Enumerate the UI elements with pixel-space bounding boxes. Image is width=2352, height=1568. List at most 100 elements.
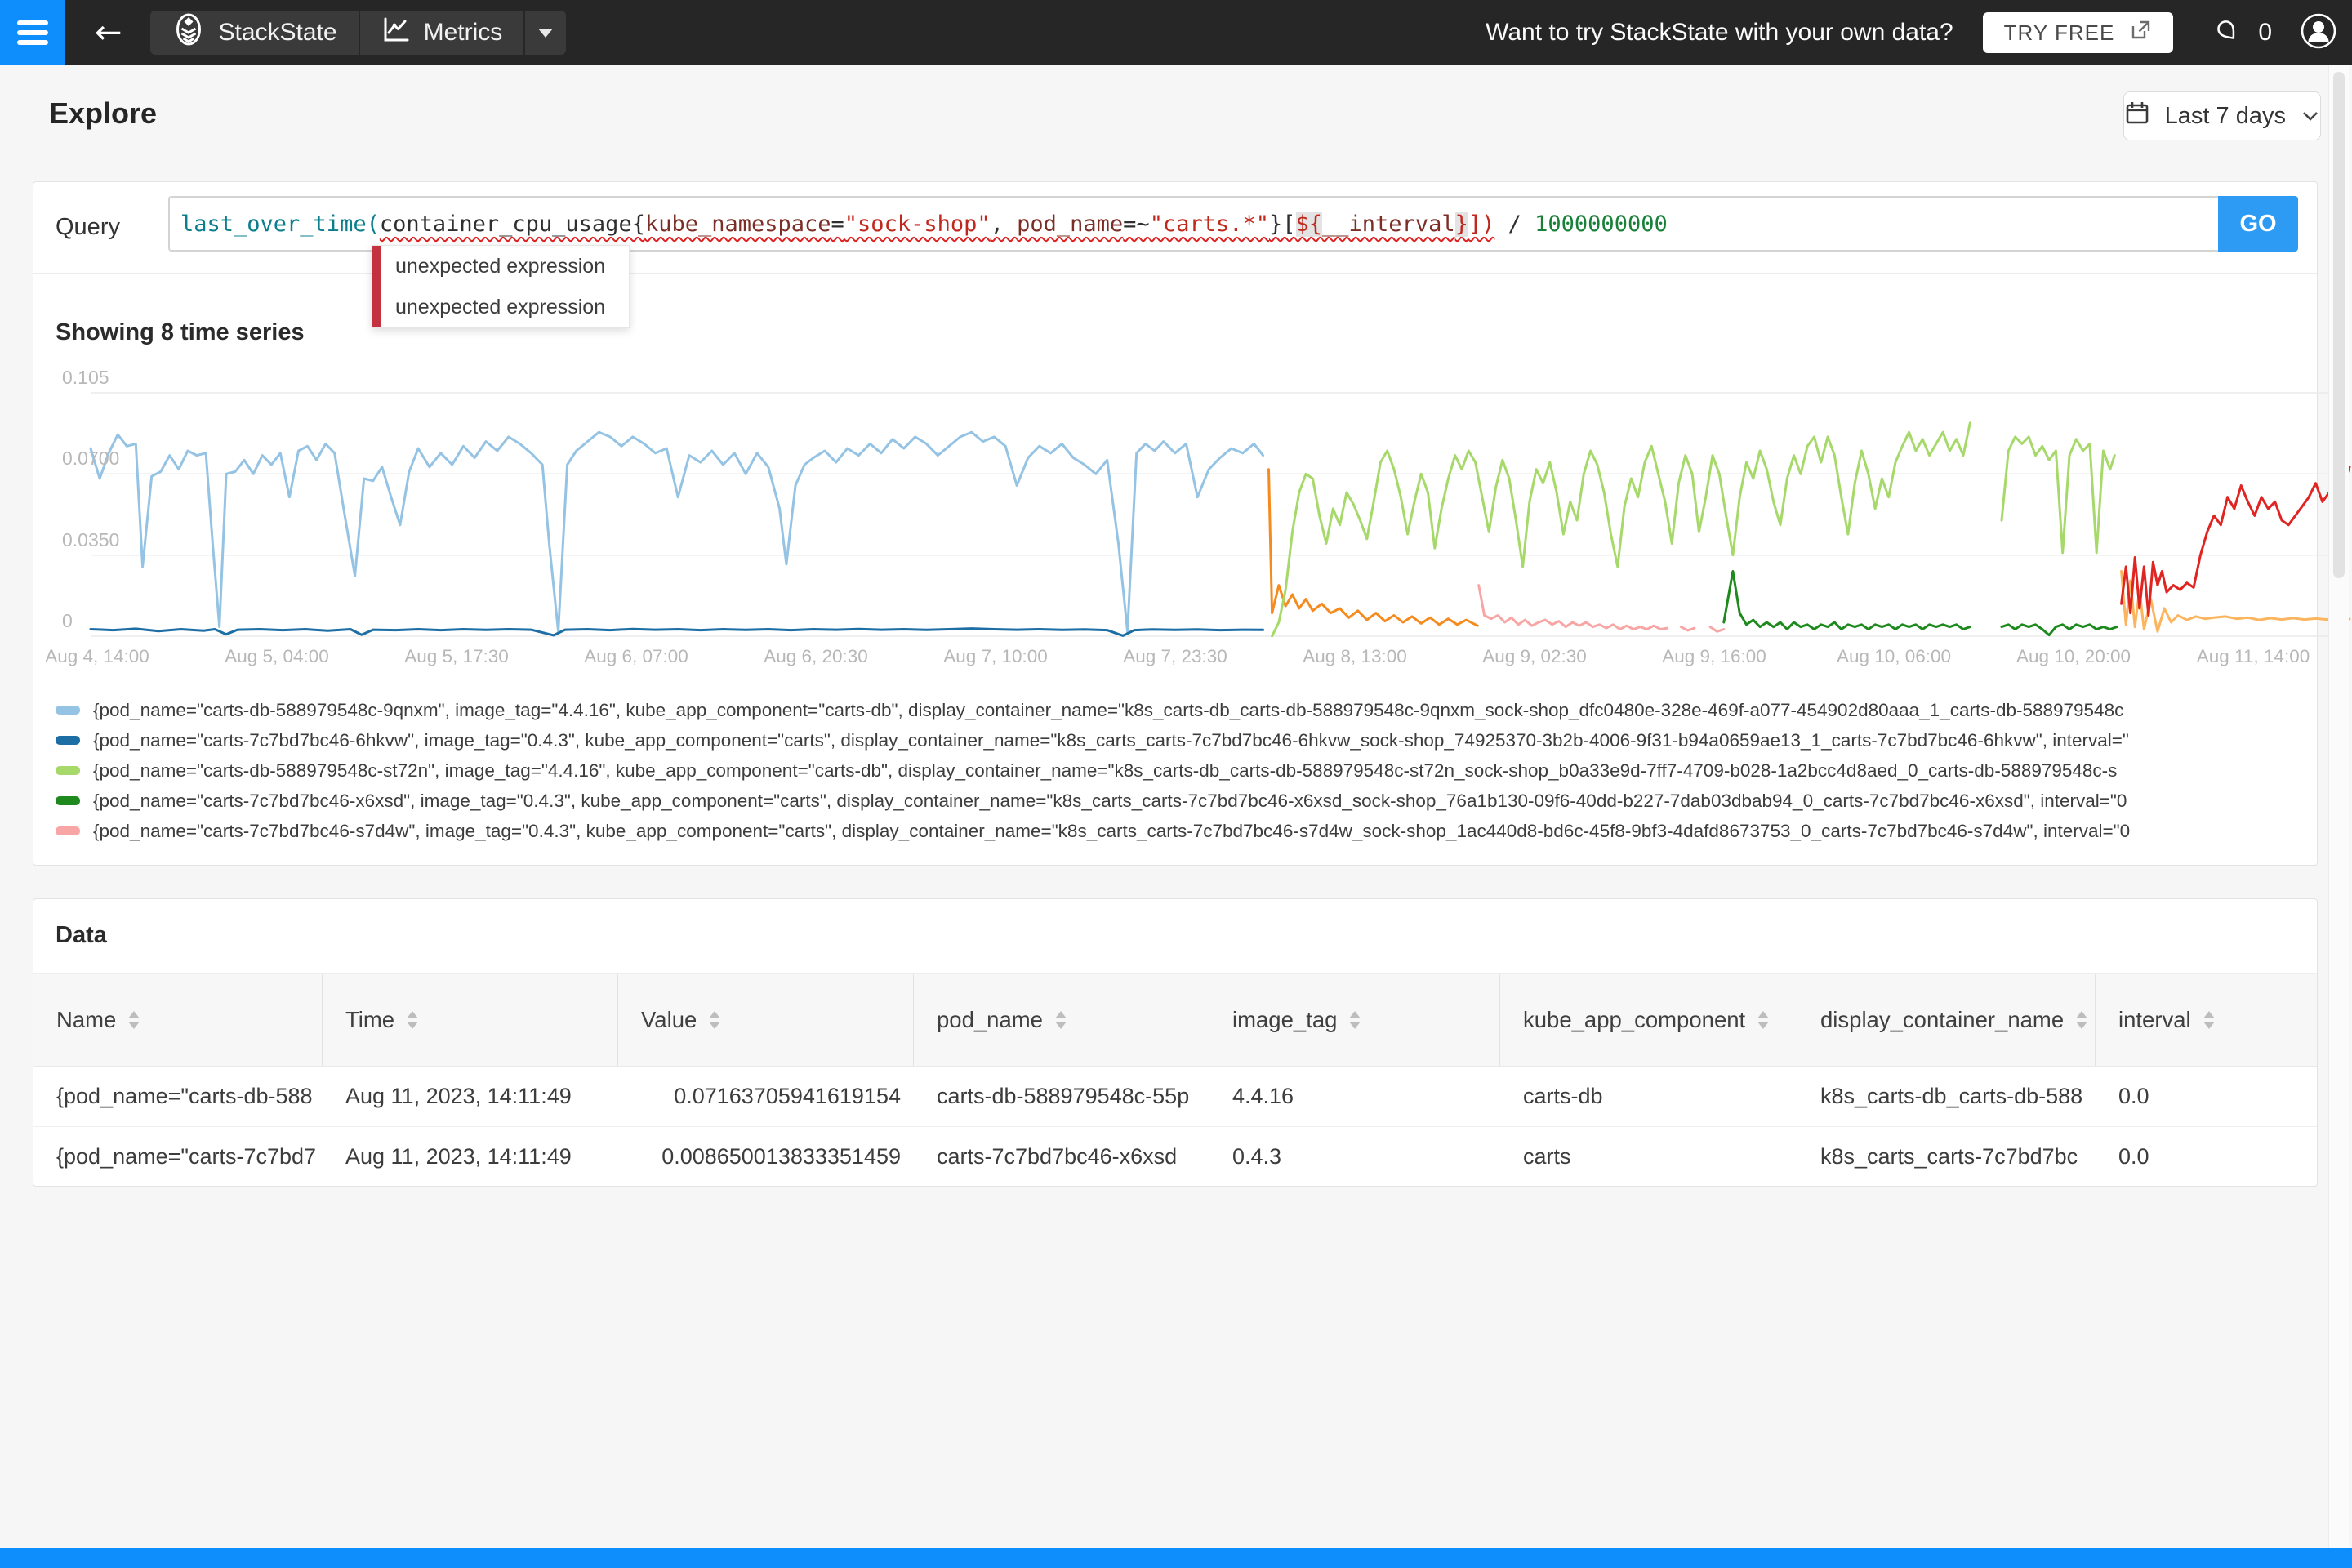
- stackstate-app-button[interactable]: StackState: [150, 11, 359, 55]
- legend-swatch-icon: [56, 826, 80, 835]
- cell-pod-name: carts-7c7bd7bc46-x6xsd: [914, 1127, 1209, 1187]
- x-tick-label: Aug 10, 20:00: [2016, 646, 2131, 667]
- error-message: unexpected expression: [372, 287, 629, 327]
- legend-label: {pod_name="carts-7c7bd7bc46-s7d4w", imag…: [93, 821, 2130, 842]
- legend-item[interactable]: {pod_name="carts-7c7bd7bc46-x6xsd", imag…: [56, 786, 2300, 816]
- try-free-label: TRY FREE: [2004, 20, 2115, 46]
- sort-icon[interactable]: [1055, 1011, 1067, 1029]
- column-header-time[interactable]: Time: [323, 974, 618, 1066]
- cell-image-tag: 4.4.16: [1209, 1067, 1500, 1126]
- column-header-display-container-name[interactable]: display_container_name: [1797, 974, 2096, 1066]
- column-label: Time: [345, 1007, 394, 1033]
- x-tick-label: Aug 8, 13:00: [1303, 646, 1407, 667]
- y-tick-label: 0.105: [62, 367, 109, 389]
- column-label: Name: [56, 1007, 116, 1033]
- x-tick-label: Aug 5, 17:30: [404, 646, 509, 667]
- error-message: unexpected expression: [372, 246, 629, 287]
- table-body: {pod_name="carts-db-588Aug 11, 2023, 14:…: [33, 1067, 2317, 1187]
- x-tick-label: Aug 9, 16:00: [1662, 646, 1766, 667]
- series-carts-db-588979548c-st72n: [2002, 437, 2114, 553]
- sort-icon[interactable]: [709, 1011, 720, 1029]
- tab-dropdown-button[interactable]: [523, 11, 566, 55]
- calendar-icon: [2124, 100, 2150, 132]
- query-token: }[: [1269, 212, 1296, 237]
- column-header-name[interactable]: Name: [33, 974, 323, 1066]
- metrics-label: Metrics: [424, 19, 503, 47]
- sort-icon[interactable]: [407, 1011, 418, 1029]
- query-token: ${: [1296, 212, 1323, 237]
- bottom-accent-bar: [0, 1548, 2352, 1568]
- table-row[interactable]: {pod_name="carts-7c7bd7Aug 11, 2023, 14:…: [33, 1127, 2317, 1187]
- query-label: Query: [56, 182, 120, 273]
- cell-time: Aug 11, 2023, 14:11:49: [323, 1127, 618, 1187]
- avatar[interactable]: [2300, 12, 2337, 54]
- query-token: "sock-shop": [844, 212, 991, 237]
- series-carts-db-588979548c-st72n: [1272, 423, 1971, 636]
- pinned-items[interactable]: 0: [2211, 14, 2272, 51]
- column-header-kube-app-component[interactable]: kube_app_component: [1500, 974, 1797, 1066]
- legend-label: {pod_name="carts-7c7bd7bc46-6hkvw", imag…: [93, 730, 2129, 751]
- back-button[interactable]: ←: [95, 0, 122, 65]
- query-token: kube_namespace: [645, 212, 831, 237]
- x-tick-label: Aug 6, 07:00: [584, 646, 688, 667]
- x-tick-label: Aug 11, 14:00: [2197, 646, 2310, 667]
- y-tick-label: 0.0350: [62, 529, 119, 551]
- query-token: /: [1494, 212, 1535, 237]
- caret-down-icon: [538, 29, 553, 38]
- time-range-selector[interactable]: Last 7 days: [2123, 91, 2321, 140]
- try-free-button[interactable]: TRY FREE: [1983, 12, 2174, 53]
- legend-label: {pod_name="carts-db-588979548c-st72n", i…: [93, 760, 2117, 782]
- column-label: kube_app_component: [1523, 1007, 1745, 1033]
- x-tick-label: Aug 4, 14:00: [45, 646, 149, 667]
- x-tick-label: Aug 9, 02:30: [1482, 646, 1587, 667]
- query-token: ]): [1468, 212, 1495, 237]
- legend-swatch-icon: [56, 766, 80, 775]
- timeseries-plot: [91, 393, 2350, 636]
- cell-display-container-name: k8s_carts_carts-7c7bd7bc: [1797, 1127, 2096, 1187]
- series-carts-7c7bd7bc46-s7d4w: [1710, 627, 1724, 632]
- cell-display-container-name: k8s_carts-db_carts-db-588: [1797, 1067, 2096, 1126]
- query-token: __interval: [1322, 212, 1455, 237]
- tab-metrics[interactable]: Metrics: [359, 11, 524, 55]
- column-header-interval[interactable]: interval: [2096, 974, 2317, 1066]
- data-card: Data Name Time Value pod_name image_tag kube_…: [33, 898, 2318, 1187]
- query-input[interactable]: last_over_time(container_cpu_usage{kube_…: [168, 196, 2220, 252]
- sort-icon[interactable]: [2203, 1011, 2215, 1029]
- legend-item[interactable]: {pod_name="carts-7c7bd7bc46-6hkvw", imag…: [56, 725, 2300, 755]
- table-row[interactable]: {pod_name="carts-db-588Aug 11, 2023, 14:…: [33, 1067, 2317, 1127]
- go-button[interactable]: GO: [2218, 196, 2298, 252]
- series-carts-7c7bd7bc46-x6xsd: [1724, 572, 1971, 630]
- external-link-icon: [2129, 19, 2152, 47]
- pin-icon: [2211, 14, 2242, 51]
- query-token: last_over_time(: [180, 212, 380, 237]
- sort-icon[interactable]: [128, 1011, 140, 1029]
- legend-item[interactable]: {pod_name="carts-7c7bd7bc46-s7d4w", imag…: [56, 816, 2300, 846]
- sort-icon[interactable]: [1349, 1011, 1361, 1029]
- column-header-value[interactable]: Value: [618, 974, 914, 1066]
- legend-item[interactable]: {pod_name="carts-db-588979548c-st72n", i…: [56, 755, 2300, 786]
- legend-item[interactable]: {pod_name="carts-db-588979548c-9qnxm", i…: [56, 695, 2300, 725]
- scrollbar-thumb[interactable]: [2333, 72, 2345, 578]
- page-title: Explore: [49, 96, 157, 131]
- pin-count: 0: [2258, 19, 2272, 47]
- sort-icon[interactable]: [2076, 1011, 2087, 1029]
- query-token: 1000000000: [1535, 212, 1668, 237]
- series-carts-7c7bd7bc46-6hkvw: [91, 629, 1263, 636]
- page-scrollbar[interactable]: [2328, 65, 2349, 1548]
- sort-icon[interactable]: [1757, 1011, 1769, 1029]
- column-header-image-tag[interactable]: image_tag: [1209, 974, 1500, 1066]
- y-tick-label: 0: [62, 610, 73, 632]
- x-tick-label: Aug 7, 10:00: [943, 646, 1048, 667]
- cell-kube-app-component: carts-db: [1500, 1067, 1797, 1126]
- legend-swatch-icon: [56, 736, 80, 745]
- column-label: pod_name: [937, 1007, 1043, 1033]
- data-title: Data: [56, 922, 107, 949]
- back-arrow-icon: ←: [95, 14, 122, 51]
- cell-value: 0.008650013833351459: [618, 1127, 914, 1187]
- hamburger-menu-button[interactable]: [0, 0, 65, 65]
- series-carts-7c7bd7bc46-s7d4w: [1479, 586, 1668, 630]
- series-red-series: [2122, 467, 2350, 616]
- cell-kube-app-component: carts: [1500, 1127, 1797, 1187]
- query-token: =: [831, 212, 844, 237]
- column-header-pod-name[interactable]: pod_name: [914, 974, 1209, 1066]
